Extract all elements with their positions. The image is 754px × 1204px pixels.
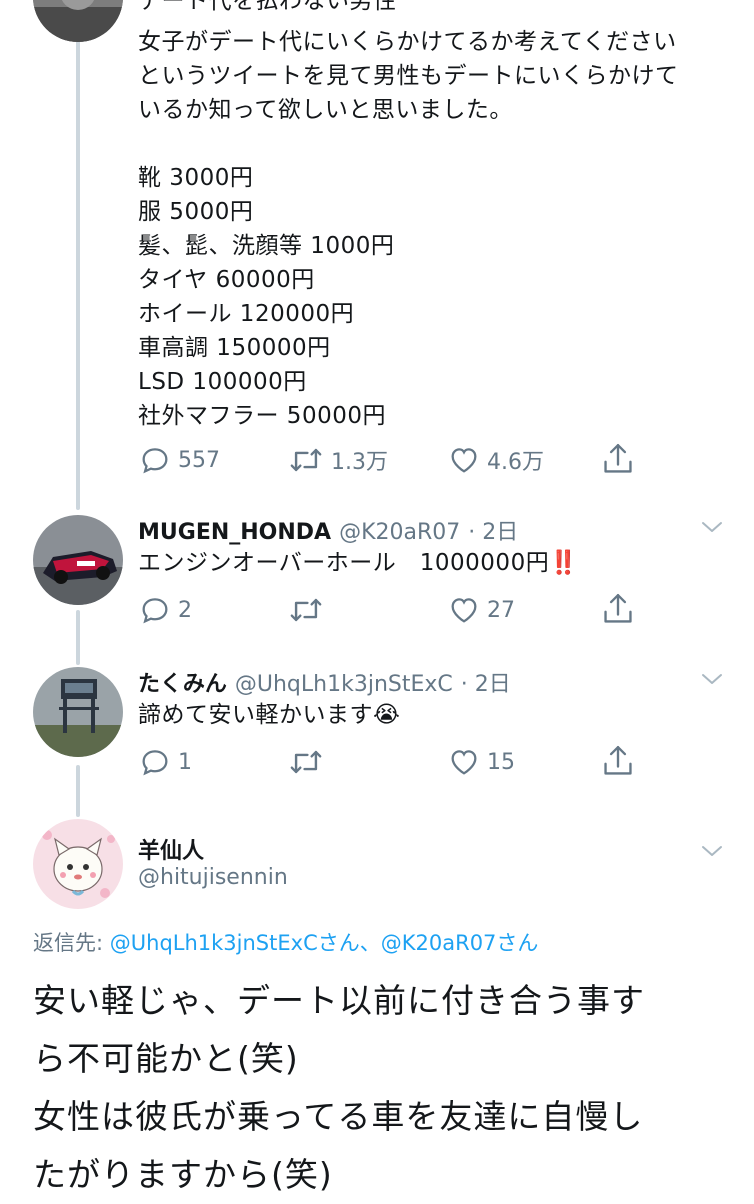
thread-line-2 [76, 610, 80, 665]
reply-button[interactable]: 557 [138, 443, 220, 477]
user-handle[interactable]: @K20aR07 [339, 520, 460, 545]
tweet-text: 諦めて安い軽かいます [138, 702, 373, 728]
tweet-header: たくみん @UhqLh1k3jnStExC · 2日 [138, 666, 511, 698]
reply-prefix: 返信先: [33, 931, 110, 955]
like-count: 27 [487, 597, 515, 623]
share-icon [604, 443, 632, 473]
chevron-down-icon[interactable] [700, 518, 724, 536]
share-button[interactable] [601, 441, 635, 477]
heart-icon [451, 750, 477, 775]
retweet-count: 1.3万 [331, 450, 388, 475]
heart-icon [451, 448, 477, 473]
reply-mentions[interactable]: @UhqLh1k3jnStExCさん、@K20aR07さん [110, 931, 539, 955]
like-count: 15 [487, 749, 515, 775]
tweet-cut-line: デート代を払わない男性 [138, 0, 397, 14]
tweet-text: エンジンオーバーホール 1000000円 [138, 550, 550, 576]
avatar[interactable] [33, 667, 123, 757]
reply-button[interactable]: 1 [138, 745, 192, 779]
avatar[interactable] [33, 819, 123, 909]
display-name[interactable]: 羊仙人 [138, 833, 204, 865]
reply-icon [142, 448, 168, 474]
heart-icon [451, 598, 477, 623]
retweet-button[interactable]: 1.3万 [287, 443, 388, 477]
thread-line-3 [76, 765, 80, 817]
share-icon [604, 593, 632, 623]
reply-count: 557 [178, 447, 220, 473]
exclamation-emoji: ‼️ [549, 550, 579, 576]
user-handle[interactable]: @hitujisennin [138, 865, 288, 890]
like-button[interactable]: 15 [447, 745, 515, 779]
reply-count: 2 [178, 597, 192, 623]
tweet-body: エンジンオーバーホール 1000000円‼️ [138, 546, 578, 580]
timestamp[interactable]: · 2日 [461, 666, 511, 698]
like-button[interactable]: 4.6万 [447, 443, 544, 477]
reply-icon [142, 750, 168, 776]
avatar[interactable] [33, 0, 123, 42]
tweet-body: 諦めて安い軽かいます😭 [138, 698, 400, 732]
share-button[interactable] [601, 591, 635, 627]
retweet-button[interactable] [287, 745, 331, 779]
reply-icon [142, 598, 168, 624]
like-button[interactable]: 27 [447, 593, 515, 627]
retweet-icon [290, 750, 322, 774]
retweet-icon [290, 448, 322, 472]
chevron-down-icon[interactable] [700, 670, 724, 688]
display-name[interactable]: たくみん [138, 666, 227, 698]
focused-tweet-body: 安い軽じゃ、デート以前に付き合う事す ら不可能かと(笑) 女性は彼氏が乗ってる車… [33, 981, 645, 1194]
user-handle[interactable]: @UhqLh1k3jnStExC [235, 672, 453, 697]
tweet-body: 女子がデート代にいくらかけてるか考えてください というツイートを見て男性もデート… [138, 29, 679, 429]
thread-line-1 [76, 40, 80, 510]
display-name[interactable]: MUGEN_HONDA [138, 520, 331, 545]
avatar[interactable] [33, 515, 123, 605]
share-icon [604, 745, 632, 775]
chevron-down-icon[interactable] [700, 842, 724, 860]
retweet-button[interactable] [287, 593, 331, 627]
timestamp[interactable]: · 2日 [468, 514, 518, 546]
share-button[interactable] [601, 743, 635, 779]
crying-emoji: 😭 [373, 702, 401, 728]
tweet-header: MUGEN_HONDA @K20aR07 · 2日 [138, 514, 518, 546]
reply-count: 1 [178, 749, 192, 775]
reply-button[interactable]: 2 [138, 593, 192, 627]
retweet-icon [290, 598, 322, 622]
reply-context: 返信先: @UhqLh1k3jnStExCさん、@K20aR07さん [33, 927, 538, 957]
like-count: 4.6万 [487, 450, 544, 475]
